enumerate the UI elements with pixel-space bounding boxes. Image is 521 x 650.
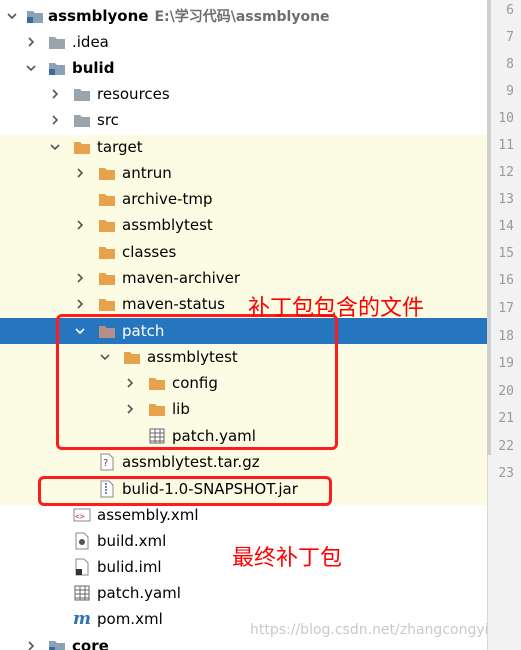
- line-number: 20: [498, 384, 514, 399]
- project-tree: assmblyone E:\学习代码\assmblyone .idea bulid…: [0, 0, 487, 650]
- module-folder-icon: [48, 638, 66, 650]
- scrollbar-thumb[interactable]: [487, 0, 491, 455]
- tree-row-src[interactable]: src: [0, 107, 487, 133]
- tree-label: antrun: [122, 164, 172, 182]
- line-number: 17: [498, 301, 514, 316]
- tree-row-tar-gz[interactable]: ? assmblytest.tar.gz: [0, 449, 487, 475]
- folder-icon: [73, 86, 91, 102]
- folder-icon: [98, 244, 116, 260]
- tree-label: resources: [97, 85, 170, 103]
- jar-highlight-box: [38, 476, 332, 506]
- line-number: 6: [506, 3, 514, 18]
- editor-gutter: 6 7 8 9 10 11 12 13 14 15 16 17 18 19 20…: [487, 0, 521, 650]
- watermark: https://blog.csdn.net/zhangcongyi420: [250, 622, 487, 638]
- tree-label: bulid.iml: [97, 558, 162, 576]
- line-number: 7: [506, 30, 514, 45]
- svg-text:<>: <>: [75, 512, 85, 521]
- line-number: 11: [498, 138, 514, 153]
- tree-label: maven-archiver: [122, 269, 241, 287]
- tree-row-target[interactable]: target: [0, 134, 487, 160]
- tree-row-archive-tmp[interactable]: archive-tmp: [0, 186, 487, 212]
- tree-row-maven-archiver[interactable]: maven-archiver: [0, 265, 487, 291]
- tree-row-idea[interactable]: .idea: [0, 29, 487, 55]
- tree-row-patch-yaml-root[interactable]: patch.yaml: [0, 580, 487, 606]
- folder-icon: [48, 34, 66, 50]
- tree-label: assmblytest.tar.gz: [122, 453, 260, 471]
- tree-label: archive-tmp: [122, 190, 213, 208]
- line-number: 23: [498, 466, 514, 481]
- chevron-right-icon[interactable]: [73, 297, 87, 311]
- line-number: 18: [498, 329, 514, 344]
- ant-file-icon: [73, 532, 91, 550]
- root-label: assmblyone E:\学习代码\assmblyone: [48, 3, 330, 30]
- jar-annotation: 最终补丁包: [232, 546, 343, 571]
- tree-label: core: [72, 637, 109, 650]
- line-number: 21: [498, 411, 514, 426]
- folder-icon: [98, 217, 116, 233]
- chevron-right-icon[interactable]: [48, 87, 62, 101]
- line-number: 12: [498, 165, 514, 180]
- root-name: assmblyone: [48, 6, 149, 25]
- table-file-icon: [73, 585, 91, 601]
- folder-icon: [98, 270, 116, 286]
- chevron-down-icon[interactable]: [48, 140, 62, 154]
- folder-icon: [98, 296, 116, 312]
- tree-label: .idea: [72, 33, 109, 51]
- tree-row-root[interactable]: assmblyone E:\学习代码\assmblyone: [0, 3, 487, 29]
- tree-row-assmblytest[interactable]: assmblytest: [0, 212, 487, 238]
- tree-label: build.xml: [97, 532, 167, 550]
- chevron-right-icon[interactable]: [48, 113, 62, 127]
- chevron-down-icon[interactable]: [5, 9, 19, 23]
- line-number: 14: [498, 219, 514, 234]
- folder-icon: [73, 112, 91, 128]
- module-folder-icon: [48, 60, 66, 76]
- tree-label: target: [97, 138, 143, 156]
- chevron-right-icon[interactable]: [24, 35, 38, 49]
- line-number: 16: [498, 273, 514, 288]
- maven-icon: m: [73, 609, 91, 629]
- folder-icon: [98, 165, 116, 181]
- line-number: 13: [498, 192, 514, 207]
- tree-label: pom.xml: [97, 610, 163, 628]
- module-folder-icon: [26, 8, 44, 24]
- line-number: 8: [506, 57, 514, 72]
- unknown-file-icon: ?: [98, 453, 116, 471]
- chevron-right-icon[interactable]: [73, 166, 87, 180]
- line-number: 10: [498, 111, 514, 126]
- chevron-right-icon[interactable]: [73, 271, 87, 285]
- folder-icon: [73, 139, 91, 155]
- tree-row-antrun[interactable]: antrun: [0, 160, 487, 186]
- line-number: 9: [506, 84, 514, 99]
- root-path: E:\学习代码\assmblyone: [154, 8, 330, 25]
- line-number: 19: [498, 356, 514, 371]
- tree-label: classes: [122, 243, 177, 261]
- chevron-down-icon[interactable]: [24, 61, 38, 75]
- svg-text:?: ?: [103, 458, 108, 469]
- chevron-right-icon[interactable]: [73, 218, 87, 232]
- tree-label: patch.yaml: [97, 584, 181, 602]
- tree-row-bulid[interactable]: bulid: [0, 55, 487, 81]
- chevron-right-icon[interactable]: [24, 639, 38, 650]
- patch-annotation: 补丁包包含的文件: [248, 296, 425, 321]
- tree-label: assmblytest: [122, 216, 213, 234]
- patch-highlight-box: [56, 314, 338, 450]
- tree-label: src: [97, 111, 119, 129]
- tree-row-resources[interactable]: resources: [0, 81, 487, 107]
- folder-icon: [98, 191, 116, 207]
- iml-file-icon: [73, 558, 91, 576]
- line-number: 22: [498, 439, 514, 454]
- tree-label: bulid: [72, 59, 115, 77]
- xml-file-icon: <>: [73, 507, 91, 523]
- tree-row-classes[interactable]: classes: [0, 239, 487, 265]
- line-number: 15: [498, 246, 514, 261]
